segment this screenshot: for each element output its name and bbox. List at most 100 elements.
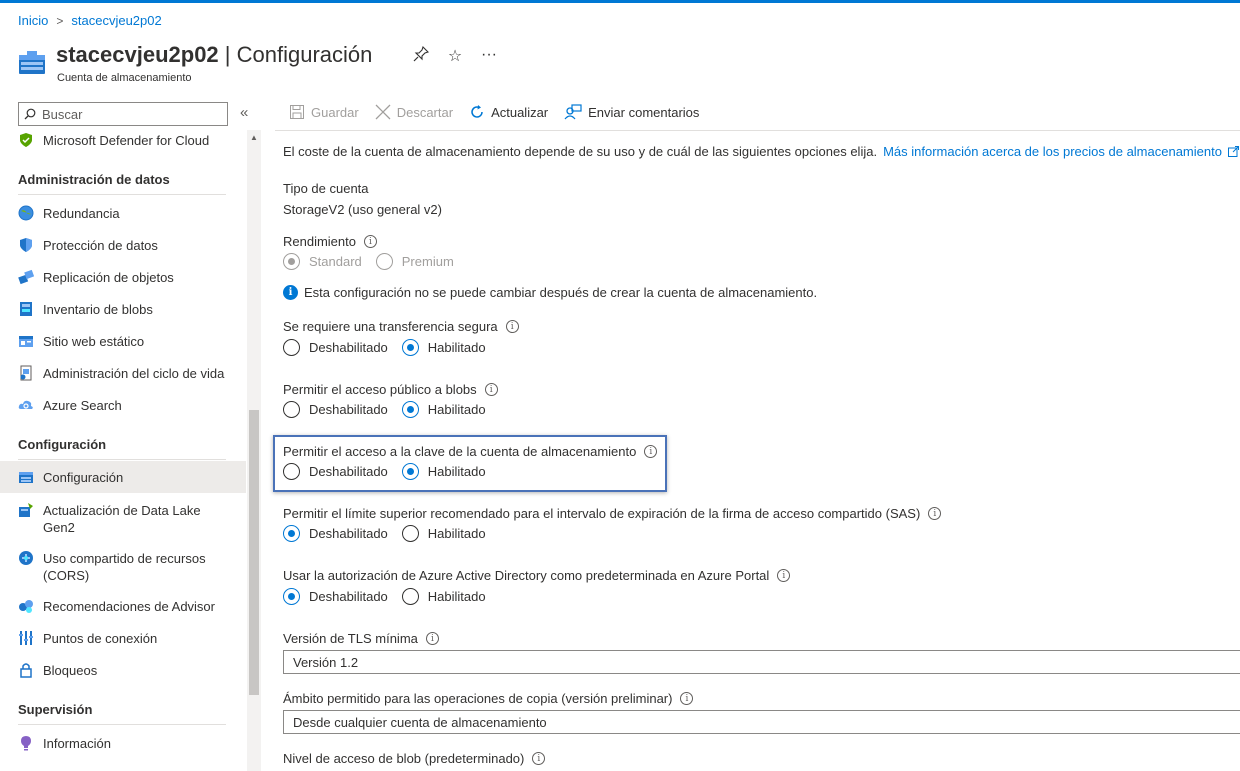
info-icon[interactable]: i (777, 569, 791, 582)
radio-sas-enabled[interactable]: Habilitado (401, 525, 486, 542)
info-icon[interactable]: i (680, 692, 694, 705)
search-placeholder: Buscar (42, 106, 83, 122)
radio-standard: Standard (283, 253, 362, 270)
star-icon[interactable]: ☆ (446, 46, 464, 67)
performance-label: Rendimiento i (283, 234, 377, 249)
discard-label: Descartar (396, 104, 454, 120)
pin-icon[interactable] (412, 45, 430, 67)
performance-notice: i Esta configuración no se puede cambiar… (283, 285, 817, 300)
sidebar-item-cors[interactable]: Uso compartido de recursos (CORS) (0, 550, 246, 584)
tls-version-dropdown[interactable]: Versión 1.2 (283, 650, 1240, 674)
sidebar-item-locks[interactable]: Bloqueos (0, 662, 246, 679)
radio-sas-disabled[interactable]: Deshabilitado (283, 525, 388, 542)
sidebar-item-redundancy[interactable]: Redundancia (0, 205, 246, 222)
collapse-sidebar-icon[interactable]: « (240, 104, 248, 121)
more-options-icon[interactable]: ··· (480, 46, 498, 67)
radio-label: Deshabilitado (309, 402, 388, 417)
radio-circle (283, 525, 300, 542)
radio-circle (401, 588, 419, 605)
search-input[interactable]: Buscar (18, 102, 228, 126)
sidebar-item-label: Inventario de blobs (43, 302, 153, 317)
feedback-icon (564, 104, 582, 120)
account-type-value: StorageV2 (uso general v2) (283, 202, 442, 217)
advisor-icon (19, 600, 33, 613)
info-icon[interactable]: i (505, 320, 519, 333)
sidebar-item-blob-inventory[interactable]: Inventario de blobs (0, 301, 246, 318)
pricing-link[interactable]: Más información acerca de los precios de… (883, 144, 1222, 159)
sidebar-item-label: Protección de datos (43, 238, 158, 253)
sidebar-item-lifecycle[interactable]: Administración del ciclo de vida (0, 365, 246, 382)
sidebar-item-defender[interactable]: Microsoft Defender for Cloud (0, 132, 246, 149)
radio-aad-enabled[interactable]: Habilitado (401, 588, 486, 605)
sas-label-text: Permitir el límite superior recomendado … (283, 506, 921, 521)
sidebar-item-data-protection[interactable]: Protección de datos (0, 237, 246, 254)
info-icon[interactable]: i (532, 752, 546, 765)
radio-aad-disabled[interactable]: Deshabilitado (283, 588, 388, 605)
sidebar-item-label: Configuración (43, 470, 124, 485)
feedback-button[interactable]: Enviar comentarios (564, 104, 699, 120)
info-icon[interactable]: i (484, 383, 498, 396)
copy-scope-dropdown[interactable]: Desde cualquier cuenta de almacenamiento (283, 710, 1240, 734)
radio-circle (283, 588, 300, 605)
secure-transfer-label-text: Se requiere una transferencia segura (283, 319, 498, 334)
discard-button[interactable]: Descartar (375, 104, 453, 120)
public-blob-label-text: Permitir el acceso público a blobs (283, 382, 477, 397)
sidebar-item-label: Administración del ciclo de vida (43, 366, 225, 381)
sidebar-item-advisor[interactable]: Recomendaciones de Advisor (0, 598, 246, 615)
sidebar-item-configuration[interactable]: Configuración (0, 461, 246, 493)
search-icon (24, 108, 36, 120)
aad-label-text: Usar la autorización de Azure Active Dir… (283, 568, 770, 583)
radio-secure-transfer-disabled[interactable]: Deshabilitado (283, 339, 388, 356)
cors-icon (19, 551, 33, 565)
breadcrumb-home[interactable]: Inicio (18, 13, 48, 28)
radio-public-blob-disabled[interactable]: Deshabilitado (283, 401, 388, 418)
breadcrumb-resource[interactable]: stacecvjeu2p02 (71, 13, 161, 28)
globe-icon (18, 205, 34, 221)
public-blob-radio-group: Deshabilitado Habilitado (283, 401, 500, 418)
sidebar-section-monitor: Supervisión (18, 702, 226, 725)
config-icon (19, 472, 33, 483)
sidebar-item-datalake[interactable]: Actualización de Data Lake Gen2 (0, 502, 246, 536)
save-button[interactable]: Guardar (289, 104, 359, 120)
public-blob-label: Permitir el acceso público a blobs i (283, 382, 498, 397)
notice-text: Esta configuración no se puede cambiar d… (304, 285, 818, 300)
radio-premium: Premium (375, 253, 454, 270)
endpoints-icon (19, 631, 33, 645)
intro-sentence: El coste de la cuenta de almacenamiento … (283, 144, 878, 159)
info-icon[interactable]: i (928, 507, 942, 520)
copy-scope-label: Ámbito permitido para las operaciones de… (283, 691, 694, 706)
sas-label: Permitir el límite superior recomendado … (283, 506, 942, 521)
sidebar-item-insights[interactable]: Información (0, 735, 246, 752)
scrollbar-thumb[interactable] (249, 410, 259, 695)
external-link-icon[interactable] (1227, 146, 1239, 157)
info-icon[interactable]: i (364, 235, 377, 248)
sidebar-item-object-replication[interactable]: Replicación de objetos (0, 269, 246, 286)
info-icon[interactable]: i (425, 632, 439, 645)
sidebar-item-static-website[interactable]: Sitio web estático (0, 333, 246, 350)
storage-account-icon (19, 51, 45, 74)
shield-icon (20, 238, 32, 252)
sidebar-scrollbar[interactable] (247, 130, 261, 771)
refresh-button[interactable]: Actualizar (469, 104, 548, 120)
info-filled-icon: i (283, 285, 298, 300)
inventory-icon (20, 302, 32, 316)
highlight-box (273, 435, 667, 492)
tls-label: Versión de TLS mínima i (283, 631, 439, 646)
lifecycle-icon (20, 365, 32, 381)
radio-circle (401, 401, 419, 418)
sidebar-item-label: Redundancia (43, 206, 120, 221)
sidebar-item-label: Puntos de conexión (43, 631, 158, 646)
sidebar-item-endpoints[interactable]: Puntos de conexión (0, 630, 246, 647)
title-separator: | (218, 42, 237, 67)
breadcrumb: Inicio > stacecvjeu2p02 (18, 13, 162, 28)
radio-label: Habilitado (427, 526, 486, 541)
radio-label: Deshabilitado (309, 589, 388, 604)
scroll-up-arrow-icon[interactable]: ▲ (250, 133, 258, 142)
sidebar-item-azure-search[interactable]: Azure Search (0, 397, 246, 414)
radio-circle (401, 339, 419, 356)
tls-label-text: Versión de TLS mínima (283, 631, 418, 646)
radio-public-blob-enabled[interactable]: Habilitado (401, 401, 486, 418)
secure-transfer-label: Se requiere una transferencia segura i (283, 319, 519, 334)
radio-secure-transfer-enabled[interactable]: Habilitado (401, 339, 486, 356)
command-bar: Guardar Descartar Actualizar Enviar come… (289, 104, 715, 120)
